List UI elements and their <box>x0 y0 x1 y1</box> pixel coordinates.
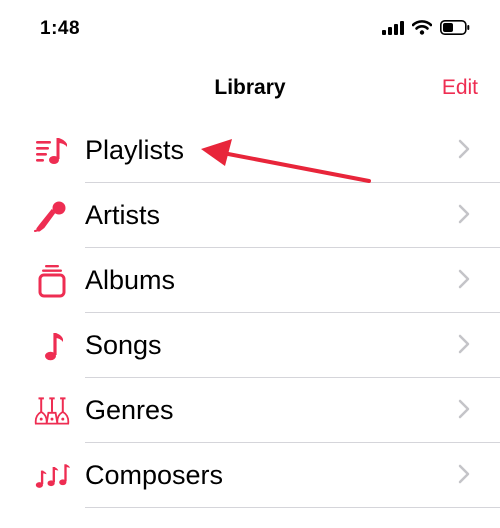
library-item-label: Songs <box>85 330 162 360</box>
row-separator <box>85 507 500 508</box>
chevron-right-icon <box>458 464 470 484</box>
library-item-label: Albums <box>85 265 176 295</box>
library-item-label: Artists <box>85 200 161 230</box>
chevron-right-icon <box>458 399 470 419</box>
library-item-albums[interactable]: Albums <box>0 248 500 313</box>
guitars-icon <box>34 394 70 428</box>
library-item-label: Composers <box>85 460 224 490</box>
chevron-right-icon <box>458 269 470 289</box>
playlist-icon <box>34 134 70 168</box>
library-item-label: Genres <box>85 395 174 425</box>
chevron-right-icon <box>458 139 470 159</box>
library-item-songs[interactable]: Songs <box>0 313 500 378</box>
navigation-bar: Library Edit <box>0 60 500 118</box>
edit-button[interactable]: Edit <box>442 76 478 100</box>
wifi-icon <box>412 20 432 35</box>
status-bar: 1:48 <box>0 0 500 60</box>
chevron-right-icon <box>458 334 470 354</box>
composers-notes-icon <box>34 459 70 493</box>
status-icons <box>382 20 470 35</box>
library-item-genres[interactable]: Genres <box>0 378 500 443</box>
album-stack-icon <box>34 264 70 298</box>
chevron-right-icon <box>458 204 470 224</box>
library-item-playlists[interactable]: Playlists <box>0 118 500 183</box>
page-title: Library <box>214 76 286 99</box>
library-item-label: Playlists <box>85 135 185 165</box>
music-note-icon <box>34 329 70 363</box>
microphone-icon <box>34 199 70 233</box>
library-list: Playlists Artists Albums Songs Genres Co… <box>0 118 500 508</box>
library-item-composers[interactable]: Composers <box>0 443 500 508</box>
status-time: 1:48 <box>40 18 81 39</box>
library-item-artists[interactable]: Artists <box>0 183 500 248</box>
cellular-signal-icon <box>382 20 404 35</box>
battery-icon <box>440 20 470 35</box>
